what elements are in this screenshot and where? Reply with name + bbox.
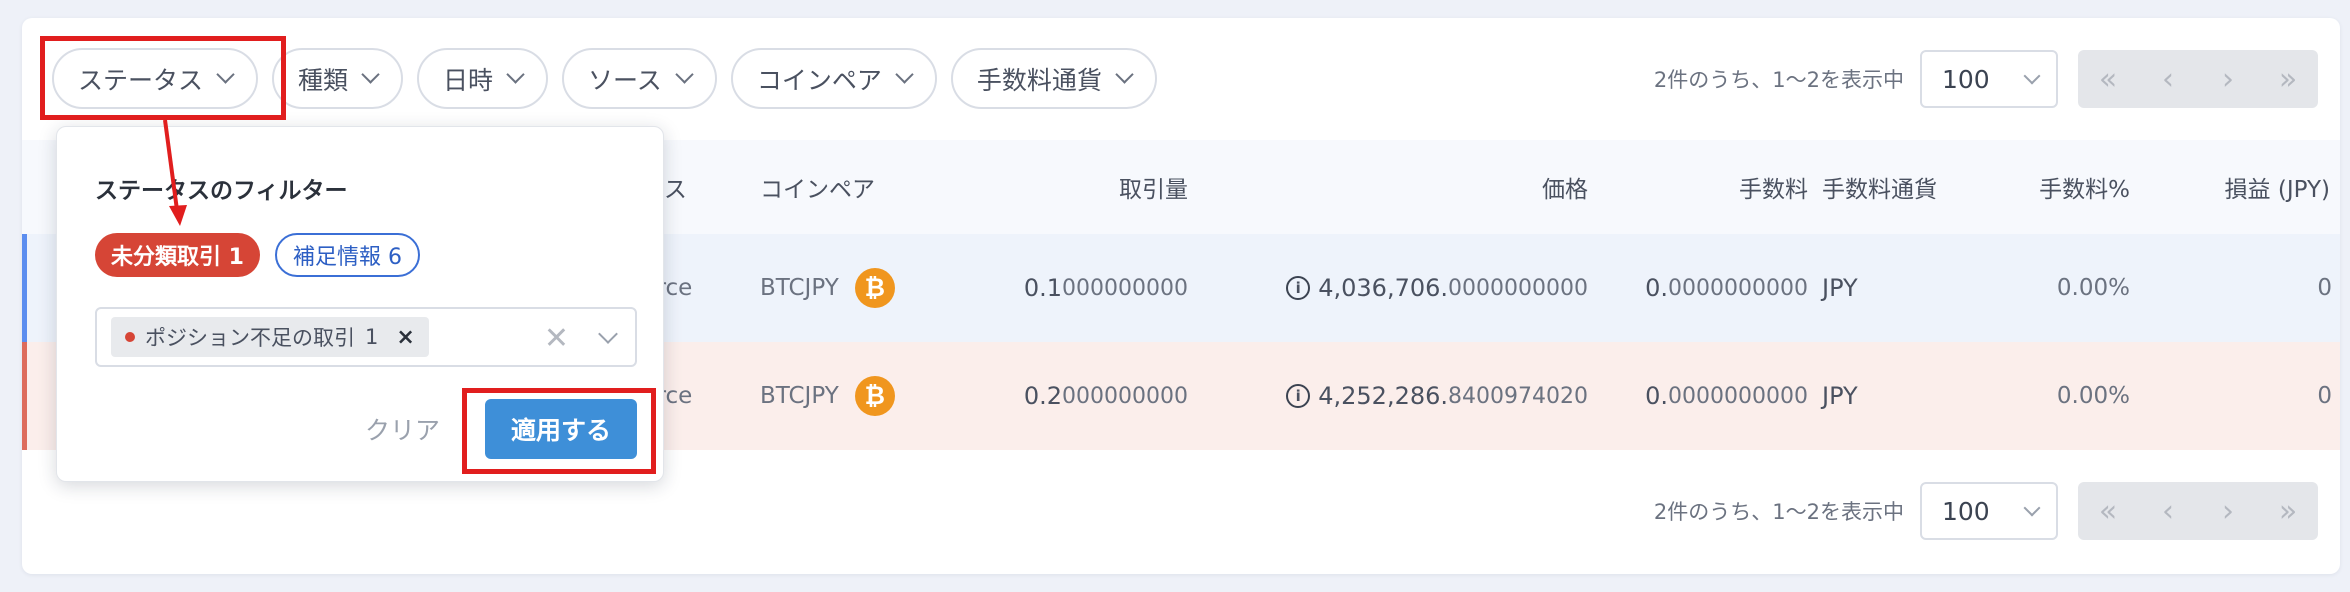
annotation-arrow xyxy=(163,119,187,226)
arrow-line xyxy=(163,119,179,211)
arrow-head-icon xyxy=(169,205,187,226)
